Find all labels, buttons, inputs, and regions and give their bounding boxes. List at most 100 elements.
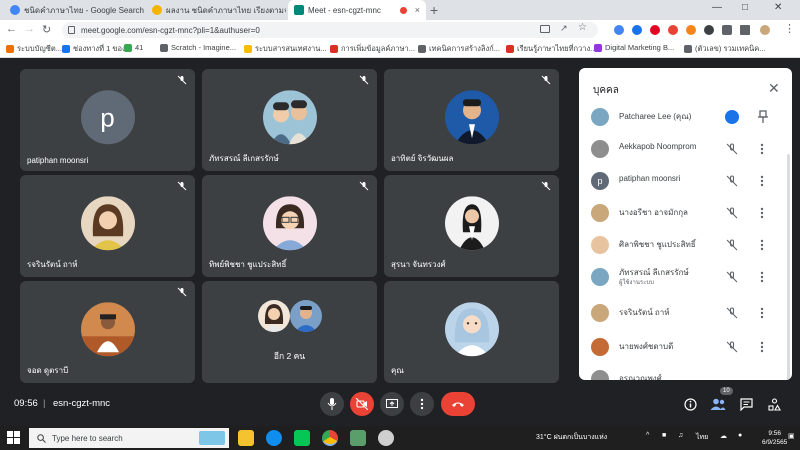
forward-icon[interactable]: → <box>24 23 35 35</box>
people-button[interactable] <box>710 396 726 412</box>
participant-tile[interactable]: อาทิตย์ จิรวัฒนผล <box>384 69 559 171</box>
participant-row[interactable]: รจรินรัตน์ ถาห์ <box>579 298 784 328</box>
maximize-button[interactable]: □ <box>742 2 748 13</box>
tab-meet[interactable]: Meet - esn-cgzt-mnc × <box>288 0 426 20</box>
participant-row[interactable]: นายพงศ์ชดาบดี <box>579 332 784 362</box>
participant-tile[interactable]: p patiphan moonsri <box>20 69 195 171</box>
bookmark-item[interactable]: เรียนรู้ภาษาไทยที่กวาง... <box>506 43 596 55</box>
browser-tabstrip: ชนิดคำภาษาไทย - Google Search × ผลงาน ชน… <box>0 0 800 20</box>
cloud-icon[interactable]: ☁ <box>720 432 727 440</box>
extensions-puzzle-icon[interactable] <box>722 25 732 35</box>
extension-pinterest-icon[interactable] <box>650 25 660 35</box>
language-indicator[interactable]: ไทย <box>696 432 708 443</box>
participant-tile-self[interactable]: คุณ <box>384 281 559 383</box>
camera-off-button[interactable] <box>350 392 374 416</box>
extension-dark-icon[interactable] <box>704 25 714 35</box>
participant-tile-group[interactable]: อีก 2 คน <box>202 281 377 383</box>
close-panel-icon[interactable]: ✕ <box>768 80 780 97</box>
file-explorer-icon[interactable] <box>238 430 254 446</box>
participant-row[interactable]: p patiphan moonsri <box>579 166 784 196</box>
more-dots-icon[interactable] <box>725 110 739 124</box>
more-vert-icon[interactable] <box>758 238 766 252</box>
participant-tile[interactable]: ทิพย์พิชชา ชูแประสิทธิ์ <box>202 175 377 277</box>
windows-start-icon[interactable] <box>7 431 20 444</box>
more-vert-icon[interactable] <box>758 174 766 188</box>
side-panel-icon[interactable] <box>740 25 750 35</box>
extension-google-icon[interactable] <box>614 25 624 35</box>
edge-icon[interactable] <box>266 430 282 446</box>
lock-icon <box>68 26 75 34</box>
search-icon <box>37 433 46 443</box>
address-bar[interactable]: meet.google.com/esn-cgzt-mnc?pli=1&authu… <box>62 22 598 38</box>
participant-row[interactable]: ภัทรสรณ์ ลีเกสรรักษ์ ผู้ใช้งานระบบ <box>579 262 784 292</box>
more-vert-icon[interactable] <box>758 206 766 220</box>
volume-icon[interactable]: ♫ <box>678 432 683 439</box>
panel-scrollbar[interactable] <box>787 154 790 380</box>
minimize-button[interactable]: — <box>712 2 722 13</box>
participant-photo <box>262 196 317 251</box>
participant-tile[interactable]: สุรนา จันทรวงศ์ <box>384 175 559 277</box>
taskbar-time: 9:56 <box>768 430 781 437</box>
extension-red-icon[interactable] <box>668 25 678 35</box>
participant-tile[interactable]: รจรินรัตน์ ถาห์ <box>20 175 195 277</box>
participant-row[interactable]: นางอรีชา อาจมักกุล <box>579 198 784 228</box>
chrome-icon[interactable] <box>322 430 338 446</box>
close-tab-icon[interactable]: × <box>415 5 420 15</box>
close-window-button[interactable]: ✕ <box>774 2 782 13</box>
bookmark-item[interactable]: ระบบสารสนเทศงาน... <box>244 43 327 55</box>
taskbar-clock[interactable]: 9:56 6/9/2565 <box>762 429 787 447</box>
more-options-button[interactable] <box>410 392 434 416</box>
profile-avatar[interactable] <box>760 25 770 35</box>
tab-works[interactable]: ผลงาน ชนิดคำภาษาไทย เรียงตามจำนวนคำ × <box>146 0 286 20</box>
back-icon[interactable]: ← <box>6 23 17 35</box>
clock-separator: | <box>43 398 46 409</box>
participant-row[interactable]: อรุณวุณพงศ์ <box>579 364 784 380</box>
bookmark-item[interactable]: 41 <box>124 43 143 52</box>
network-icon[interactable]: ■ <box>662 432 666 439</box>
share-icon[interactable]: ↗ <box>560 23 568 34</box>
meeting-details-button[interactable] <box>682 396 698 412</box>
bookmark-item[interactable]: (ตัวเลข) รวมเทคนิค... <box>684 43 766 55</box>
pin-icon[interactable] <box>757 110 769 124</box>
reload-icon[interactable]: ↻ <box>42 23 51 36</box>
bookmark-item[interactable]: การเพิ่มข้อมูลค์ภาษา... <box>330 43 415 55</box>
present-screen-button[interactable] <box>380 392 404 416</box>
participant-row[interactable]: Patcharee Lee (คุณ) <box>579 102 784 132</box>
line-icon[interactable] <box>294 430 310 446</box>
extension-metamask-icon[interactable] <box>686 25 696 35</box>
camera-indicator-icon[interactable] <box>540 25 550 33</box>
bookmark-item[interactable]: เทคนิคการสร้างลิงก์... <box>418 43 500 55</box>
participant-tile[interactable]: จอด ดูตราบี <box>20 281 195 383</box>
activities-button[interactable] <box>766 396 782 412</box>
participant-row[interactable]: Aekkapob Noomprom <box>579 134 784 164</box>
notifications-icon[interactable]: ▣ <box>788 432 795 440</box>
more-vert-icon[interactable] <box>758 270 766 284</box>
extension-blue-icon[interactable] <box>632 25 642 35</box>
bookmark-item[interactable]: Digital Marketing B... <box>594 43 674 52</box>
bookmark-item[interactable]: Scratch - Imagine... <box>160 43 236 52</box>
new-tab-button[interactable]: + <box>430 2 438 18</box>
tab-google-search[interactable]: ชนิดคำภาษาไทย - Google Search × <box>4 0 144 20</box>
chat-button[interactable] <box>738 396 754 412</box>
participant-tile[interactable]: ภัทรสรณ์ ลีเกสรรักษ์ <box>202 69 377 171</box>
browser-menu-icon[interactable]: ⋮ <box>784 22 795 35</box>
participant-photo <box>444 302 499 357</box>
weather-widget[interactable]: 31°C ฝนตกเป็นบางแห่ง <box>536 432 607 443</box>
more-vert-icon[interactable] <box>758 340 766 354</box>
leave-call-button[interactable] <box>441 392 475 416</box>
bookmark-star-icon[interactable]: ☆ <box>578 22 587 33</box>
more-vert-icon[interactable] <box>758 306 766 320</box>
snipping-tool-icon[interactable] <box>350 430 366 446</box>
bookmark-item[interactable]: ช่องทางที่ 1 ของ <box>62 43 126 55</box>
mic-off-icon <box>359 75 369 85</box>
taskbar-search-box[interactable]: Type here to search <box>29 428 229 448</box>
bookmark-favicon-icon <box>6 45 14 53</box>
participant-row[interactable]: ศิลาพิชชา ชูแประสิทธิ์ <box>579 230 784 260</box>
tray-app-icon[interactable]: ● <box>738 432 742 439</box>
more-vert-icon[interactable] <box>758 142 766 156</box>
participant-row-name: Patcharee Lee (คุณ) <box>619 112 692 121</box>
microphone-button[interactable] <box>320 392 344 416</box>
settings-icon[interactable] <box>378 430 394 446</box>
bookmark-item[interactable]: ระบบบัญชีต... <box>6 43 62 55</box>
tray-chevron-icon[interactable]: ^ <box>646 432 649 439</box>
